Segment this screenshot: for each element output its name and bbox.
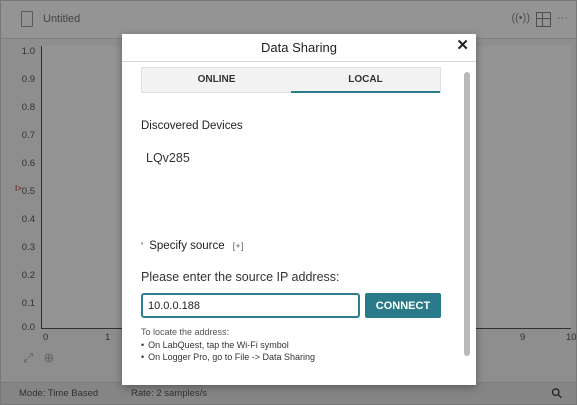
specify-source-row[interactable]: ‘ Specify source [+] xyxy=(141,240,244,252)
device-item[interactable]: LQv285 xyxy=(146,151,190,165)
hint-title: To locate the address: xyxy=(141,327,230,337)
hint-list: On LabQuest, tap the Wi-Fi symbol On Log… xyxy=(141,339,315,363)
connect-button[interactable]: CONNECT xyxy=(365,293,441,318)
tab-local[interactable]: LOCAL xyxy=(291,68,440,93)
specify-source-label[interactable]: Specify source xyxy=(149,240,224,252)
ip-address-input[interactable] xyxy=(141,293,360,318)
discovered-devices-heading: Discovered Devices xyxy=(141,120,243,132)
hint-item: On LabQuest, tap the Wi-Fi symbol xyxy=(141,339,315,351)
hint-item: On Logger Pro, go to File -> Data Sharin… xyxy=(141,351,315,363)
expand-toggle[interactable]: [+] xyxy=(233,241,244,252)
dialog-header: Data Sharing ✕ xyxy=(122,34,476,62)
data-sharing-dialog: Data Sharing ✕ ONLINE LOCAL Discovered D… xyxy=(122,34,476,385)
dialog-title: Data Sharing xyxy=(261,40,337,55)
caret-icon: ‘ xyxy=(141,240,144,252)
ip-prompt: Please enter the source IP address: xyxy=(141,270,340,284)
tab-bar: ONLINE LOCAL xyxy=(141,67,441,93)
tab-online[interactable]: ONLINE xyxy=(142,68,291,92)
dialog-scrollbar[interactable] xyxy=(464,72,470,356)
close-icon[interactable]: ✕ xyxy=(456,38,469,53)
